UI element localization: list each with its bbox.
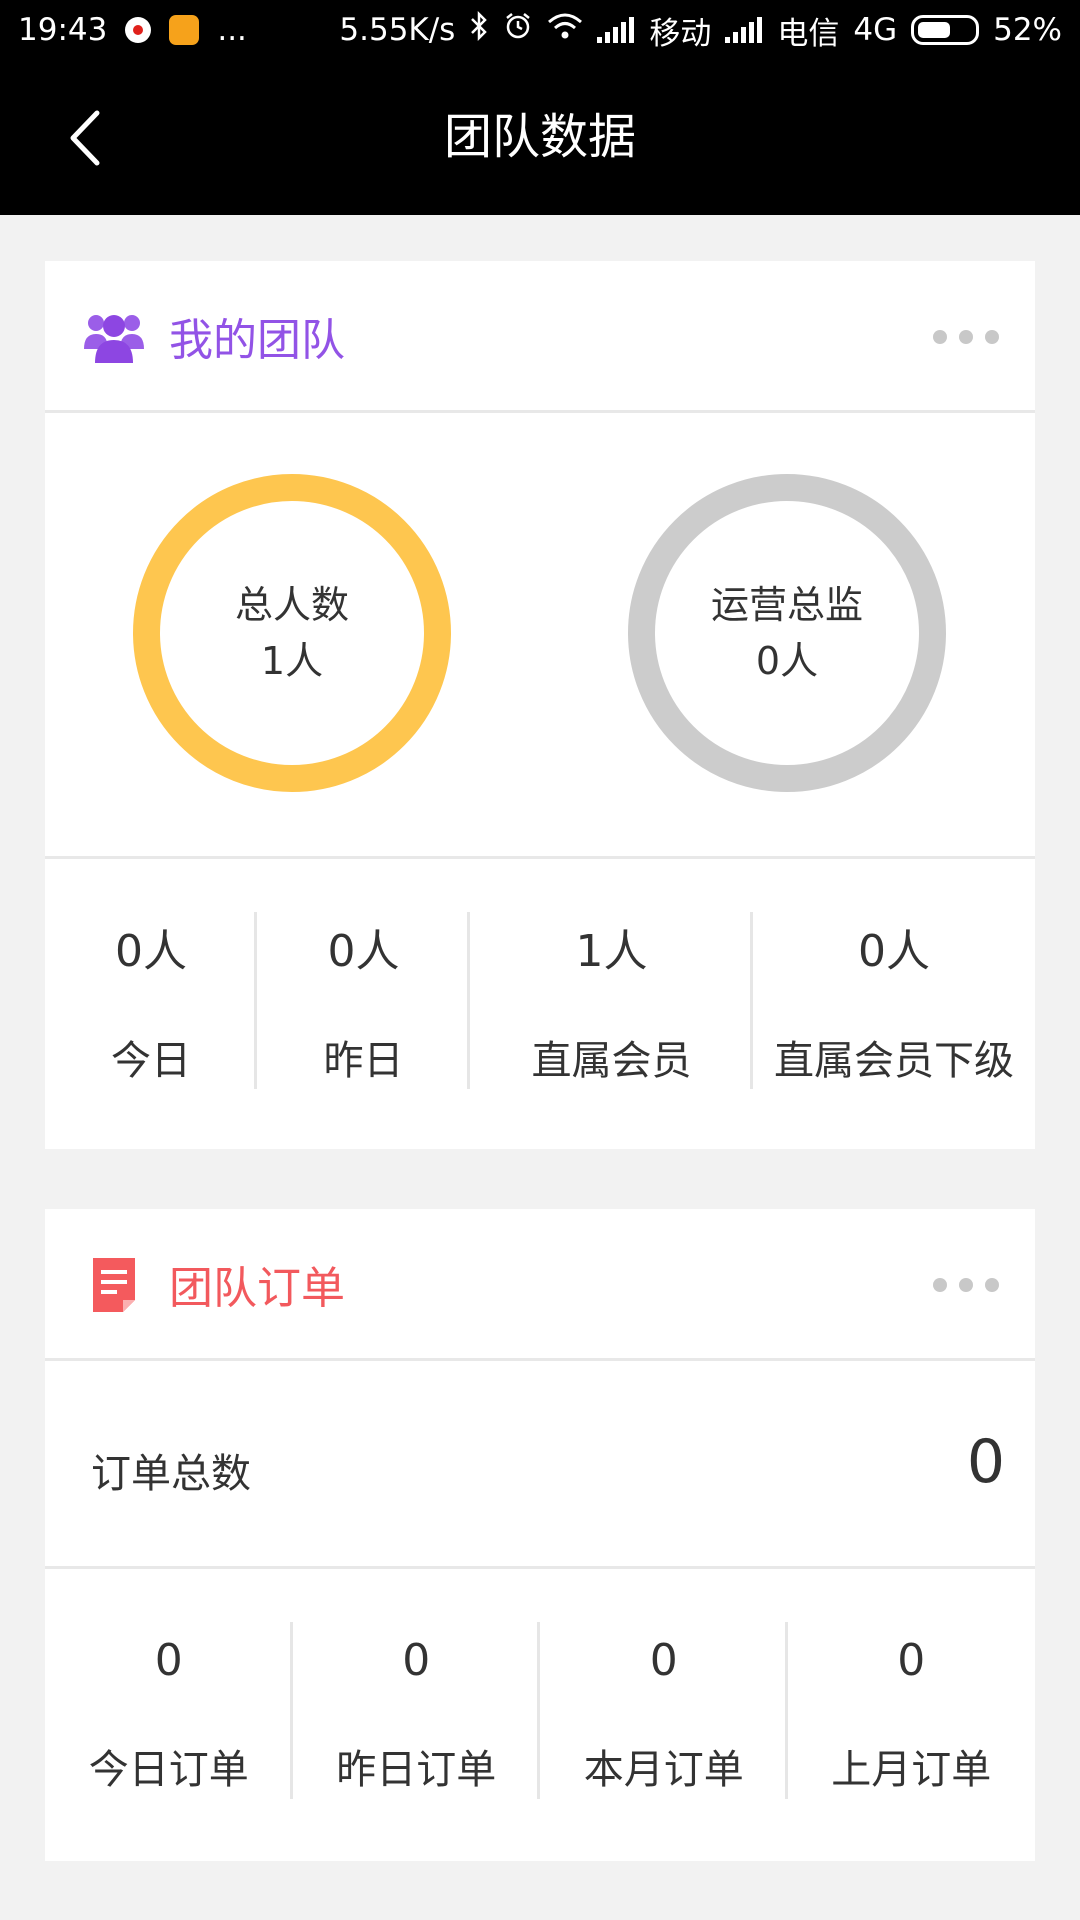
stat-label: 上月订单	[831, 1747, 992, 1793]
more-dots-icon	[933, 1278, 947, 1292]
signal-icon-1	[597, 17, 635, 43]
stat-value: 0	[649, 1635, 678, 1686]
stat-value: 0人	[115, 926, 187, 977]
team-orders-title: 团队订单	[169, 1262, 345, 1314]
nav-bar: 团队数据	[0, 60, 1080, 215]
operations-director-ring: 运营总监 0人	[628, 474, 946, 792]
stat-today: 0人 今日	[45, 859, 257, 1146]
back-button[interactable]	[55, 98, 115, 178]
stat-value: 0人	[858, 926, 930, 977]
stat-label: 昨日	[323, 1038, 404, 1084]
stat-label: 昨日订单	[336, 1747, 497, 1793]
recording-icon	[125, 17, 152, 43]
ring-value: 0人	[755, 639, 819, 683]
battery-icon	[911, 15, 980, 45]
app-notification-icon	[169, 15, 200, 45]
stat-value: 0	[402, 1635, 431, 1686]
battery-percent: 52%	[993, 12, 1062, 48]
my-team-title: 我的团队	[169, 314, 345, 366]
team-orders-header: 团队订单	[45, 1209, 1035, 1361]
order-document-icon	[83, 1253, 145, 1315]
order-stats-row: 0 今日订单 0 昨日订单 0 本月订单 0 上月订单	[45, 1569, 1035, 1858]
carrier-2: 电信	[777, 15, 840, 52]
stat-label: 今日订单	[88, 1747, 249, 1793]
team-stats-row: 0人 今日 0人 昨日 1人 直属会员 0人 直属会员下级	[45, 859, 1035, 1146]
status-bar: 19:43 ... 5.55K/s 移动 电信 4G 52%	[0, 0, 1080, 60]
team-rings: 总人数 1人 运营总监 0人	[45, 413, 1035, 859]
ring-value: 1人	[260, 639, 324, 683]
team-orders-card: 团队订单 订单总数 0 0 今日订单 0 昨日订单 0 本月订单 0 上月订单	[45, 1209, 1035, 1861]
more-dot	[985, 1278, 999, 1292]
stat-label: 今日	[111, 1038, 191, 1084]
stat-today-orders: 0 今日订单	[45, 1569, 293, 1858]
back-arrow-icon	[70, 110, 100, 166]
stat-yesterday: 0人 昨日	[257, 859, 470, 1146]
more-dot	[959, 330, 973, 344]
order-total-row: 订单总数 0	[45, 1361, 1035, 1569]
alarm-icon	[503, 11, 533, 49]
status-more: ...	[217, 12, 247, 48]
net-speed: 5.55K/s	[339, 12, 456, 48]
stat-value: 0	[154, 1635, 183, 1686]
ring-label: 运营总监	[710, 583, 863, 627]
ring-label: 总人数	[234, 583, 349, 627]
order-total-label: 订单总数	[91, 1451, 251, 1497]
more-dots-icon	[933, 330, 947, 344]
wifi-icon	[547, 12, 583, 48]
stat-label: 本月订单	[583, 1747, 744, 1793]
order-total-value: 0	[966, 1427, 1005, 1497]
bluetooth-icon	[469, 10, 489, 49]
stat-label: 直属会员下级	[774, 1038, 1014, 1084]
stat-direct-members: 1人 直属会员	[470, 859, 753, 1146]
more-dot	[985, 330, 999, 344]
stat-direct-sub-members: 0人 直属会员下级	[753, 859, 1035, 1146]
stat-yesterday-orders: 0 昨日订单	[293, 1569, 541, 1858]
carrier-1: 移动	[649, 15, 712, 52]
my-team-header: 我的团队	[45, 261, 1035, 413]
my-team-more-button[interactable]	[933, 321, 999, 353]
stat-value: 0	[897, 1635, 926, 1686]
stat-label: 直属会员	[531, 1038, 692, 1084]
stat-value: 0人	[327, 926, 400, 977]
team-users-icon	[83, 305, 145, 367]
my-team-card: 我的团队 总人数 1人 运营总监 0人 0人 今日 0人 昨日 1人 直属会员 …	[45, 261, 1035, 1149]
network-type: 4G	[853, 12, 898, 48]
stat-value: 1人	[575, 926, 648, 977]
page-title: 团队数据	[443, 109, 636, 165]
status-time: 19:43	[18, 12, 108, 48]
stat-this-month-orders: 0 本月订单	[540, 1569, 788, 1858]
total-members-ring: 总人数 1人	[133, 474, 451, 792]
stat-last-month-orders: 0 上月订单	[788, 1569, 1036, 1858]
signal-icon-2	[725, 17, 763, 43]
team-orders-more-button[interactable]	[933, 1269, 999, 1301]
more-dot	[959, 1278, 973, 1292]
